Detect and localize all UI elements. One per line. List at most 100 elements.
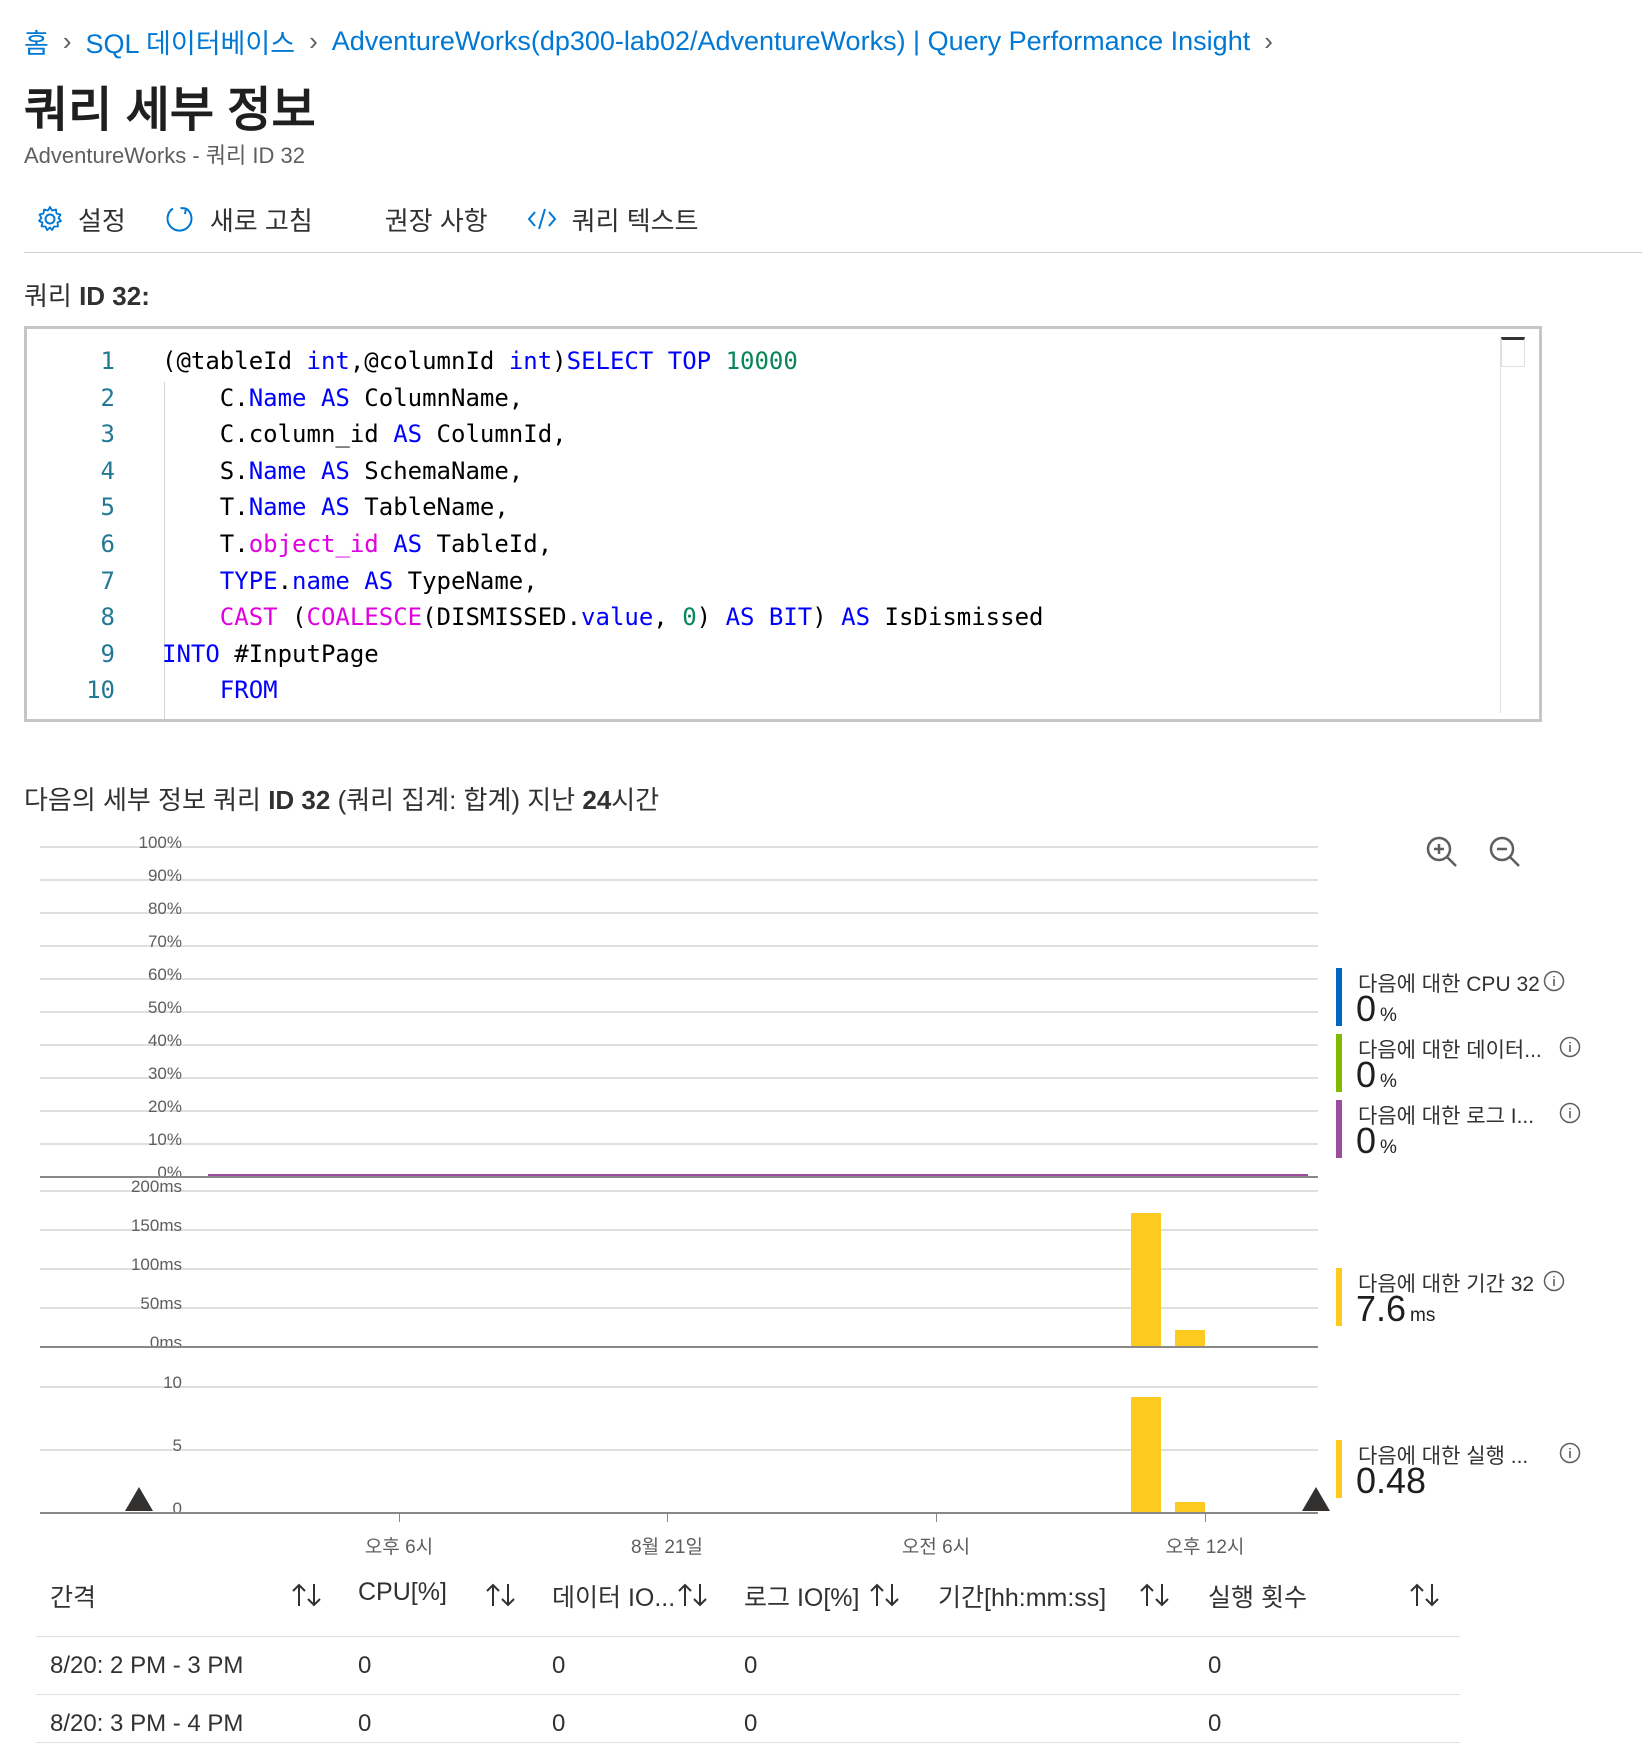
line-number: 5 [100, 493, 115, 522]
y-tick-label: 150ms [130, 1216, 182, 1235]
x-tick-label: 8월 21일 [631, 1537, 703, 1558]
page-title: 쿼리 세부 정보 [24, 84, 316, 137]
col-header-executions[interactable]: 실행 횟수 [1208, 1578, 1307, 1614]
grid-line [40, 1044, 1318, 1046]
sort-icon[interactable] [1138, 1580, 1172, 1610]
y-tick-label: 20% [147, 1097, 182, 1116]
sort-icon[interactable] [1408, 1580, 1442, 1610]
y-tick-label: 40% [147, 1031, 182, 1050]
legend-data-io-value: 0% [1356, 1054, 1397, 1095]
code-line: C.Name AS ColumnName, [162, 383, 524, 412]
code-line: C.column_id AS ColumnId, [162, 420, 567, 449]
sort-icon[interactable] [676, 1580, 710, 1610]
query-text-button[interactable]: 쿼리 텍스트 [526, 201, 699, 238]
line-number: 8 [100, 603, 115, 632]
legend-data-io-swatch [1336, 1034, 1342, 1092]
cell-executions: 0 [1208, 1652, 1222, 1679]
sort-icon[interactable] [868, 1580, 902, 1610]
refresh-icon [166, 207, 193, 232]
y-tick-label: 100ms [130, 1255, 182, 1274]
info-icon[interactable] [1559, 1102, 1581, 1124]
editor-scrollbar-thumb[interactable] [1501, 337, 1525, 367]
line-number-gutter: 1 2 3 4 5 6 7 8 9 10 [27, 343, 115, 709]
zoom-in-icon[interactable] [1424, 834, 1460, 870]
panel-axis-line [40, 1176, 1318, 1178]
settings-button[interactable]: 설정 [36, 201, 126, 238]
x-tick-label: 오후 6시 [364, 1537, 434, 1558]
grid-line [40, 846, 1318, 848]
legend-log-io-swatch [1336, 1100, 1342, 1158]
toolbar-divider [24, 252, 1642, 253]
code-text: (@tableId int,@columnId int)SELECT TOP 1… [162, 343, 1043, 709]
code-line: INTO #InputPage [162, 639, 379, 668]
col-header-log-io[interactable]: 로그 IO[%] [744, 1578, 859, 1614]
grid-line [40, 1190, 1318, 1192]
data-bar[interactable] [1131, 1396, 1161, 1512]
table-divider [36, 1694, 1460, 1695]
query-code-editor[interactable]: 1 2 3 4 5 6 7 8 9 10 (@tableId int,@colu… [24, 326, 1542, 722]
grid-line [40, 978, 1318, 980]
sort-icon[interactable] [484, 1580, 518, 1610]
grid-line [40, 945, 1318, 947]
chart-title: 다음의 세부 정보 쿼리 ID 32 (쿼리 집계: 합계) 지난 24시간 [24, 785, 660, 815]
info-icon[interactable] [1559, 1036, 1581, 1058]
recommendations-button[interactable]: 권장 사항 [385, 201, 488, 238]
x-tick-mark [667, 1512, 668, 1522]
line-number: 3 [100, 420, 115, 449]
data-bar[interactable] [1175, 1501, 1205, 1512]
x-tick-mark [936, 1512, 937, 1522]
cell-executions: 0 [1208, 1710, 1222, 1737]
line-number: 1 [100, 347, 115, 375]
col-header-data-io[interactable]: 데이터 IO... [552, 1578, 675, 1614]
info-icon[interactable] [1543, 1270, 1565, 1292]
legend-cpu-swatch [1336, 968, 1342, 1026]
legend-duration-swatch [1336, 1268, 1342, 1326]
code-line: T.Name AS TableName, [162, 493, 509, 522]
x-tick-label: 오후 12시 [1165, 1537, 1245, 1558]
breadcrumb-home-link[interactable]: 홈 [24, 22, 49, 61]
table-divider [36, 1636, 1460, 1637]
cell-data-io: 0 [552, 1710, 566, 1737]
refresh-button[interactable]: 새로 고침 [164, 201, 313, 238]
grid-line [40, 1386, 1318, 1388]
col-header-cpu[interactable]: CPU[%] [358, 1578, 447, 1607]
x-tick-label: 오전 6시 [901, 1537, 971, 1558]
code-icon [527, 208, 556, 230]
code-line: CAST (COALESCE(DISMISSED.value, 0) AS BI… [162, 603, 1044, 632]
grid-line [40, 912, 1318, 914]
grid-line [40, 879, 1318, 881]
grid-line [40, 1449, 1318, 1451]
y-tick-label: 60% [147, 965, 182, 984]
breadcrumb-query-performance-insight-link[interactable]: AdventureWorks(dp300-lab02/AdventureWork… [332, 26, 1250, 57]
code-line: FROM [162, 676, 278, 705]
line-number: 9 [100, 639, 115, 668]
grid-line [40, 1307, 1318, 1309]
y-tick-label: 0 [172, 1499, 182, 1518]
cell-log-io: 0 [744, 1710, 758, 1737]
grid-line [40, 1011, 1318, 1013]
series-line [208, 1174, 1308, 1176]
editor-scrollbar[interactable] [1500, 337, 1525, 713]
y-tick-label: 50% [147, 998, 182, 1017]
data-bar[interactable] [1131, 1213, 1161, 1346]
line-number: 10 [86, 676, 115, 705]
info-icon[interactable] [1543, 970, 1565, 992]
breadcrumb-sql-databases-link[interactable]: SQL 데이터베이스 [86, 22, 296, 61]
zoom-out-icon[interactable] [1487, 834, 1523, 870]
y-tick-label: 90% [147, 866, 182, 885]
line-number: 6 [100, 529, 115, 558]
y-tick-label: 10% [147, 1130, 182, 1149]
legend-duration-value: 7.6 ms [1356, 1288, 1436, 1329]
grid-line [40, 1143, 1318, 1145]
query-text-label: 쿼리 텍스트 [571, 205, 699, 236]
col-header-interval[interactable]: 간격 [50, 1578, 96, 1614]
x-tick-mark [1205, 1512, 1206, 1522]
toolbar: 설정 새로 고침 권장 사항 쿼리 텍스트 [24, 196, 736, 242]
range-start-handle[interactable] [124, 1486, 154, 1512]
col-header-duration[interactable]: 기간[hh:mm:ss] [938, 1578, 1106, 1614]
sort-icon[interactable] [290, 1580, 324, 1610]
grid-line [40, 1268, 1318, 1270]
info-icon[interactable] [1559, 1442, 1581, 1464]
range-end-handle[interactable] [1301, 1486, 1331, 1512]
data-bar[interactable] [1175, 1330, 1205, 1346]
